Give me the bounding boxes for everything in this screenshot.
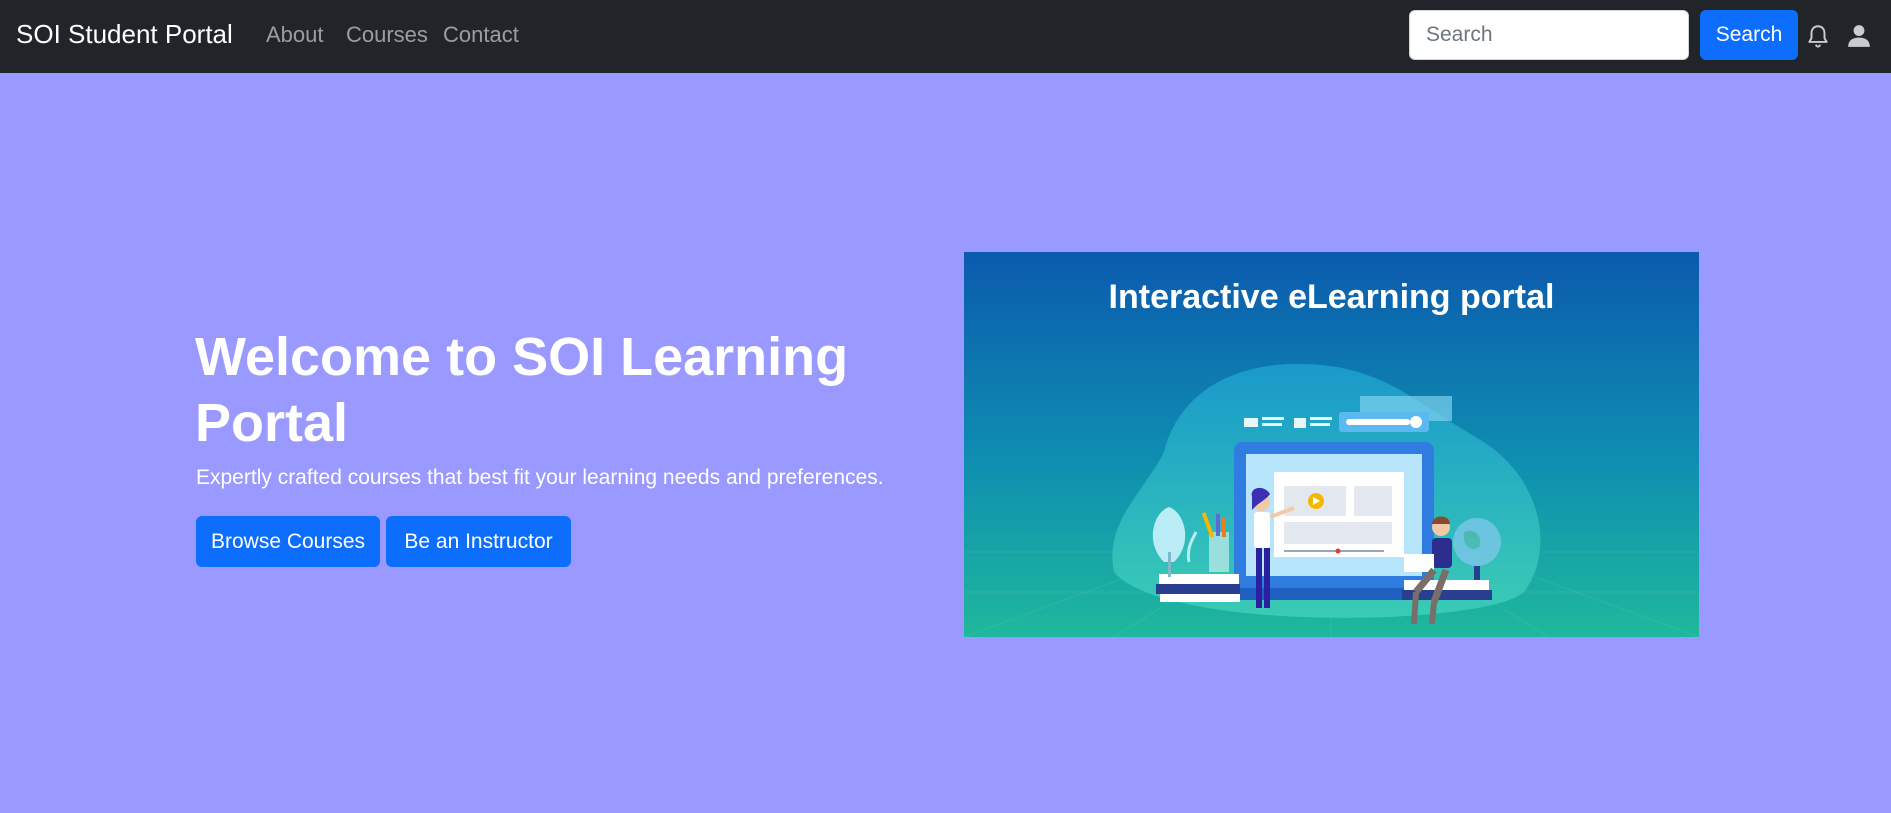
navbar: SOI Student Portal About Courses Contact… bbox=[0, 0, 1891, 73]
brand-link[interactable]: SOI Student Portal bbox=[16, 19, 233, 50]
user-icon[interactable] bbox=[1846, 22, 1872, 50]
search-button[interactable]: Search bbox=[1700, 10, 1798, 60]
nav-link-courses[interactable]: Courses bbox=[346, 22, 428, 48]
bell-icon[interactable] bbox=[1805, 22, 1831, 50]
hero-title: Welcome to SOI Learning Portal bbox=[195, 327, 849, 453]
illustration-title: Interactive eLearning portal bbox=[1108, 278, 1555, 316]
nav-link-contact[interactable]: Contact bbox=[443, 22, 519, 48]
search-input[interactable] bbox=[1409, 10, 1689, 60]
browse-courses-button[interactable]: Browse Courses bbox=[196, 516, 380, 567]
hero-illustration: Interactive eLearning portal bbox=[964, 252, 1699, 637]
be-instructor-button[interactable]: Be an Instructor bbox=[386, 516, 571, 567]
nav-link-about[interactable]: About bbox=[266, 22, 324, 48]
hero-subtitle: Expertly crafted courses that best fit y… bbox=[196, 466, 884, 489]
